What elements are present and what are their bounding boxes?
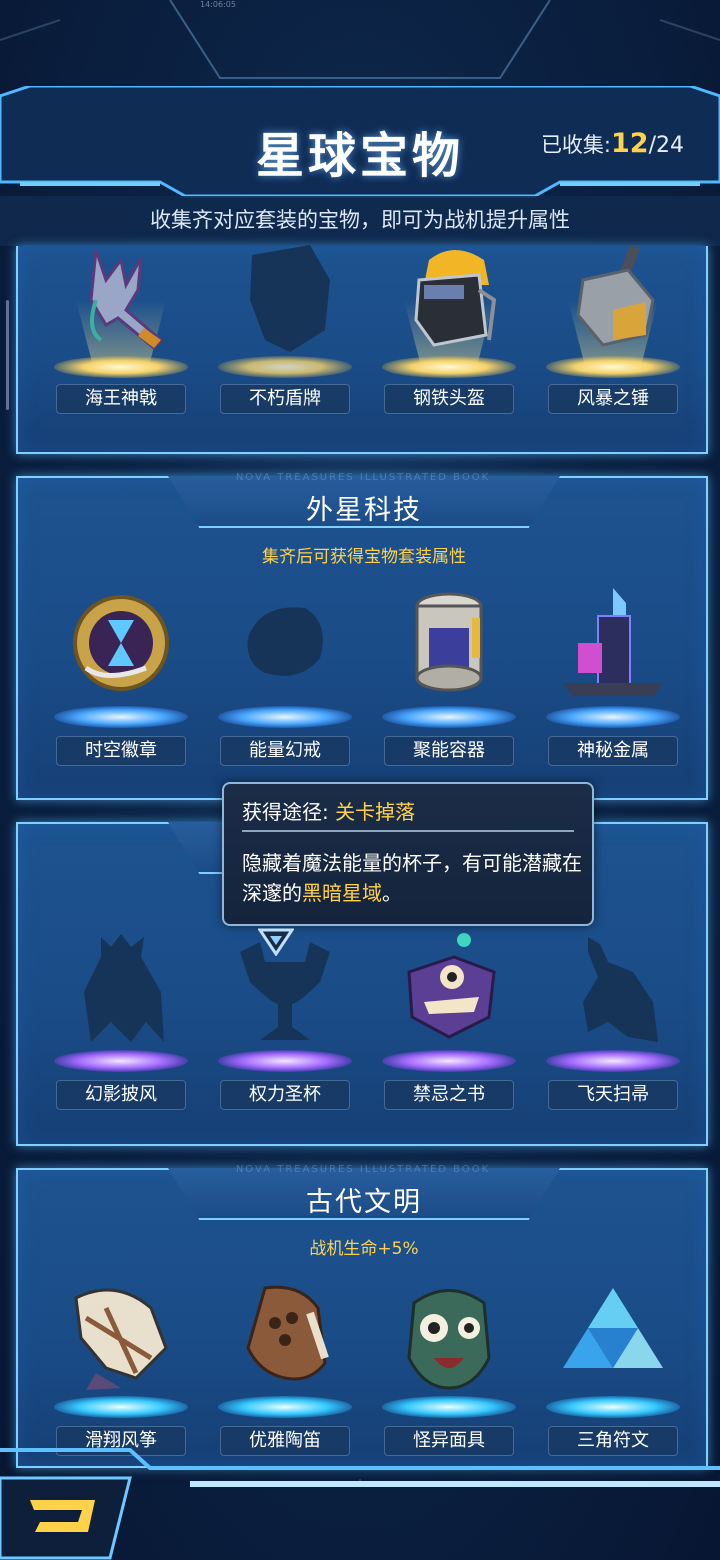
item-slot[interactable]: 钢铁头盔: [374, 240, 524, 420]
item-label: 钢铁头盔: [384, 384, 514, 414]
collected-label: 已收集:: [540, 133, 612, 157]
cloak-silhouette-icon: [84, 934, 164, 1042]
item-label: 海王神戟: [56, 384, 186, 414]
hourglass-badge-icon: [73, 595, 169, 691]
collection-progress: 已收集:12/24: [541, 128, 684, 159]
item-slot[interactable]: 不朽盾牌: [210, 240, 360, 420]
item-tooltip: 获得途径: 关卡掉落 隐藏着魔法能量的杯子，有可能潜藏在深邃的黑暗星域。: [222, 782, 594, 926]
collected-total: /24: [648, 133, 684, 158]
selection-pointer-icon: [258, 928, 294, 956]
set-bonus-text: 战机生命+: [309, 1239, 392, 1259]
item-slot[interactable]: 风暴之锤: [538, 240, 688, 420]
treasure-set-panel-4: NOVA TREASURES ILLUSTRATED BOOK 古代文明 战机生…: [16, 1164, 710, 1468]
header: 星球宝物 已收集:12/24 收集齐对应套装的宝物，即可为战机提升属性: [0, 86, 720, 246]
item-label: 风暴之锤: [548, 384, 678, 414]
page-subtitle: 收集齐对应套装的宝物，即可为战机提升属性: [150, 208, 570, 232]
item-slot[interactable]: 海王神戟: [46, 240, 196, 420]
item-label: 能量幻戒: [220, 736, 350, 766]
trident-icon: [89, 249, 164, 351]
tooltip-divider: [242, 830, 574, 832]
set-bonus: 集齐后可获得宝物套装属性: [262, 547, 466, 567]
item-slot[interactable]: 优雅陶笛: [210, 1278, 360, 1458]
watermark-text: NOVA TREASURES ILLUSTRATED BOOK: [235, 1164, 491, 1175]
storm-hammer-icon: [576, 245, 655, 347]
acquire-path-value: 关卡掉落: [335, 800, 416, 824]
item-label: 时空徽章: [56, 736, 186, 766]
ocarina-icon: [246, 1285, 329, 1381]
item-slot[interactable]: 聚能容器: [374, 588, 524, 768]
desc-highlight: 黑暗星域: [302, 881, 382, 905]
item-slot[interactable]: 禁忌之书: [374, 932, 524, 1112]
glider-kite-icon: [74, 1288, 168, 1390]
treasure-set-panel-1: 海王神戟 不朽盾牌 钢铁头盔 风暴之锤: [16, 245, 708, 454]
item-label: 聚能容器: [384, 736, 514, 766]
item-slot[interactable]: 三角符文: [538, 1278, 688, 1458]
item-slot[interactable]: 幻影披风: [46, 932, 196, 1112]
treasure-set-panel-2: NOVA TREASURES ILLUSTRATED BOOK 外星科技 集齐后…: [16, 472, 708, 800]
top-frame-decoration: [0, 0, 720, 79]
forbidden-book-icon: [407, 933, 496, 1039]
item-slot[interactable]: 滑翔风筝: [46, 1278, 196, 1458]
item-label: 幻影披风: [56, 1080, 186, 1110]
item-slot[interactable]: 怪异面具: [374, 1278, 524, 1458]
item-slot[interactable]: 神秘金属: [538, 588, 688, 768]
item-slot[interactable]: 飞天扫帚: [538, 932, 688, 1112]
item-label: 不朽盾牌: [220, 384, 350, 414]
desc-end: 。: [382, 881, 402, 905]
weird-mask-icon: [407, 1289, 491, 1390]
item-label: 飞天扫帚: [548, 1080, 678, 1110]
desc-text: 隐藏着魔法能量的杯子，有可能潜藏在深邃的: [242, 851, 582, 905]
set-title: 古代文明: [306, 1187, 422, 1218]
status-time: 14:06:05: [200, 0, 236, 9]
item-description: 隐藏着魔法能量的杯子，有可能潜藏在深邃的黑暗星域。: [242, 848, 582, 908]
item-slot[interactable]: 权力圣杯: [210, 932, 360, 1112]
triangle-rune-icon: [563, 1288, 663, 1368]
item-slot[interactable]: 能量幻戒: [210, 588, 360, 768]
acquire-path-label: 获得途径:: [242, 800, 329, 824]
mystic-metal-icon: [563, 588, 663, 696]
item-slot[interactable]: 时空徽章: [46, 588, 196, 768]
welding-helmet-icon: [414, 250, 497, 347]
broom-silhouette-icon: [583, 937, 658, 1042]
ring-silhouette-icon: [247, 607, 323, 676]
watermark-text: NOVA TREASURES ILLUSTRATED BOOK: [235, 472, 491, 483]
scroll-indicator[interactable]: [6, 300, 9, 410]
energy-container-icon: [415, 592, 483, 692]
acquire-path: 获得途径: 关卡掉落: [242, 796, 415, 825]
item-label: 禁忌之书: [384, 1080, 514, 1110]
item-label: 神秘金属: [548, 736, 678, 766]
item-label: 权力圣杯: [220, 1080, 350, 1110]
shield-silhouette-icon: [250, 245, 330, 352]
collected-count: 12: [611, 128, 649, 159]
set-title: 外星科技: [306, 495, 422, 526]
set-bonus: 战机生命+5%: [18, 1234, 710, 1259]
set-bonus-value: 5%: [391, 1239, 419, 1259]
back-button[interactable]: [0, 1470, 140, 1560]
